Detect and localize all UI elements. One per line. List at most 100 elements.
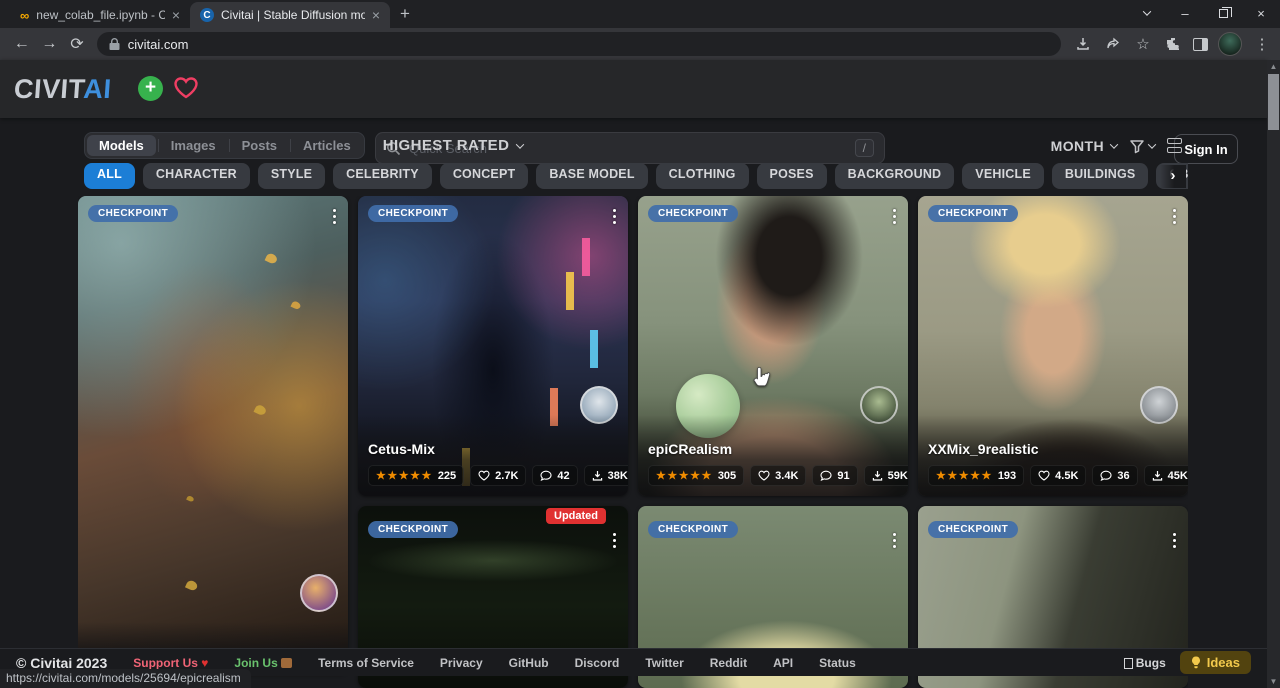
back-button[interactable]: ← [8,35,36,53]
address-bar[interactable]: civitai.com [97,32,1061,56]
upload-plus-button[interactable]: + [138,76,163,101]
card-menu-icon[interactable] [611,528,619,553]
civitai-logo[interactable]: CIVITAI [13,74,113,105]
footer-link-github[interactable]: GitHub [509,656,549,670]
extensions-puzzle-icon[interactable] [1163,36,1183,52]
footer-link-join-us[interactable]: Join Us [234,656,292,670]
model-card-xxmix[interactable]: CHECKPOINT XXMix_9realistic ★★★★★193 4.5… [918,196,1188,496]
browser-menu-icon[interactable]: ⋮ [1252,35,1272,53]
comment-icon [820,470,832,481]
model-card-cetus-mix[interactable]: CHECKPOINT Cetus-Mix ★★★★★225 2.7K 42 38… [358,196,628,496]
page-scrollbar[interactable]: ▲ ▼ [1267,60,1280,688]
chips-scroll-right-button[interactable]: › [1160,165,1186,188]
chip-character[interactable]: CHARACTER [143,163,250,189]
footer-link-reddit[interactable]: Reddit [710,656,747,670]
footer-link-status[interactable]: Status [819,656,856,670]
footer-link-terms[interactable]: Terms of Service [318,656,414,670]
chip-poses[interactable]: POSES [757,163,827,189]
footer-link-privacy[interactable]: Privacy [440,656,483,670]
chip-all[interactable]: ALL [84,163,135,189]
scrollbar-down-arrow[interactable]: ▼ [1267,675,1280,688]
comments-count: 36 [1117,470,1129,482]
card-menu-icon[interactable] [1171,204,1179,229]
new-tab-button[interactable]: + [400,4,410,28]
ideas-button[interactable]: Ideas [1180,651,1251,674]
download-icon[interactable] [1073,36,1093,52]
card-info: epiCRealism ★★★★★305 3.4K 91 59K [638,415,908,496]
browser-tab-colab[interactable]: ∞ new_colab_file.ipynb - Colaborat × [10,2,190,28]
chip-base-model[interactable]: BASE MODEL [536,163,647,189]
comments-count: 91 [837,470,849,482]
creator-avatar[interactable] [300,574,338,612]
butterfly-decoration [265,252,279,265]
model-title: Cetus-Mix [368,441,618,457]
rating-count: 305 [718,470,736,482]
side-panel-icon[interactable] [1193,38,1208,51]
filter-dropdown[interactable] [1129,138,1155,154]
chip-concept[interactable]: CONCEPT [440,163,529,189]
heart-icon [758,470,770,481]
card-menu-icon[interactable] [1171,528,1179,553]
likes-pill: 4.5K [1030,465,1086,486]
card-menu-icon[interactable] [891,204,899,229]
model-card-epicrealism[interactable]: CHECKPOINT epiCRealism ★★★★★305 3.4K 91 … [638,196,908,496]
chip-vehicle[interactable]: VEHICLE [962,163,1044,189]
browser-profile-avatar[interactable] [1218,32,1242,56]
url-text: civitai.com [128,37,189,52]
tab-search-chevron-icon[interactable] [1128,0,1166,26]
browser-tab-civitai[interactable]: C Civitai | Stable Diffusion models, × [190,2,390,28]
heart-icon [1038,470,1050,481]
forward-button[interactable]: → [36,35,64,53]
downloads-count: 38K [608,470,628,482]
chip-background[interactable]: BACKGROUND [835,163,955,189]
window-controls: – × [1128,0,1280,26]
join-emoji-icon [281,658,292,668]
downloads-pill: 45K [1144,465,1188,486]
sign-in-button[interactable]: Sign In [1174,134,1238,164]
browser-toolbar: ← → ⟳ civitai.com ☆ ⋮ [0,28,1280,60]
footer-right-group: Bugs Ideas [1124,651,1251,674]
card-menu-icon[interactable] [891,528,899,553]
model-card-dreamshaper[interactable]: CHECKPOINT DreamShaper [78,196,348,674]
download-icon [592,470,603,481]
sort-dropdown[interactable]: HIGHEST RATED [383,137,524,154]
tab-articles[interactable]: Articles [290,134,364,157]
heart-icon [478,470,490,481]
comments-pill: 42 [532,465,577,486]
card-info: Cetus-Mix ★★★★★225 2.7K 42 38K [358,415,628,496]
comments-pill: 36 [1092,465,1137,486]
period-dropdown[interactable]: MONTH [1051,138,1117,154]
chip-style[interactable]: STYLE [258,163,325,189]
share-icon[interactable] [1103,36,1123,52]
layout-toggle-button[interactable] [1167,136,1182,156]
footer-link-support-us[interactable]: Support Us ♥ [133,656,208,670]
tab-posts[interactable]: Posts [229,134,290,157]
rating-pill: ★★★★★225 [368,465,464,486]
bugs-button[interactable]: Bugs [1124,656,1166,670]
toolbar-actions: ☆ ⋮ [1073,32,1272,56]
card-menu-icon[interactable] [331,204,339,229]
browser-status-url: https://civitai.com/models/25694/epicrea… [0,669,251,688]
support-heart-icon[interactable] [172,75,200,101]
card-menu-icon[interactable] [611,204,619,229]
chip-clothing[interactable]: CLOTHING [656,163,749,189]
footer-link-api[interactable]: API [773,656,793,670]
window-minimize-button[interactable]: – [1166,0,1204,26]
bookmark-star-icon[interactable]: ☆ [1133,35,1153,53]
footer-link-discord[interactable]: Discord [575,656,620,670]
footer-link-twitter[interactable]: Twitter [645,656,683,670]
chip-buildings[interactable]: BUILDINGS [1052,163,1149,189]
tab-close-icon[interactable]: × [372,8,380,22]
reload-button[interactable]: ⟳ [63,34,91,54]
scrollbar-thumb[interactable] [1268,74,1279,130]
window-close-button[interactable]: × [1242,0,1280,26]
lock-icon [109,38,120,51]
tab-images[interactable]: Images [158,134,229,157]
filter-funnel-icon [1129,138,1145,154]
tab-close-icon[interactable]: × [172,8,180,22]
scrollbar-up-arrow[interactable]: ▲ [1267,60,1280,73]
chip-celebrity[interactable]: CELEBRITY [333,163,432,189]
heart-icon: ♥ [201,656,208,670]
window-restore-button[interactable] [1204,0,1242,26]
tab-models[interactable]: Models [87,135,156,156]
